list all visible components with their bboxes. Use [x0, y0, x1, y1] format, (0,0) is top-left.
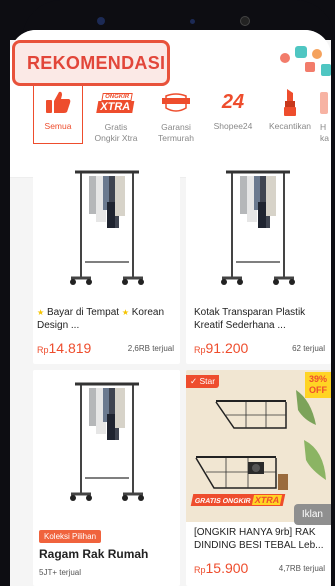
- ongkir-xtra-icon: ONGKIR XTRA: [96, 86, 135, 120]
- category-label: Garansi Termurah: [158, 122, 194, 143]
- decorative-shapes-icon: [280, 46, 331, 76]
- product-title-part: Bayar di Tempat: [46, 307, 120, 318]
- category-semua[interactable]: Semua: [33, 78, 83, 144]
- lipstick-icon: [281, 85, 299, 119]
- product-card[interactable]: Koleksi Pilihan Ragam Rak Rumah 5JT+ ter…: [33, 370, 180, 586]
- product-card[interactable]: Kotak Transparan Plastik Kreatif Sederha…: [186, 152, 331, 364]
- product-image: [186, 152, 331, 302]
- category-icon: [320, 86, 328, 120]
- ongkir-icon-text: ONGKIR: [101, 93, 133, 101]
- category-label: Shopee24: [213, 121, 253, 131]
- product-price: Rp15.900: [194, 560, 248, 576]
- product-sold: 2,6RB terjual: [127, 344, 174, 353]
- proximity-sensor: [190, 19, 195, 24]
- discount-badge: 39% OFF: [305, 372, 331, 398]
- price-value: 15.900: [205, 560, 249, 576]
- xtra-icon-text: XTRA: [96, 101, 135, 113]
- category-kecantikan[interactable]: Kecantikan: [262, 78, 318, 144]
- category-shopee24[interactable]: 24 Shopee24: [205, 78, 261, 144]
- product-price: Rp91.200: [194, 340, 248, 356]
- clothes-rack-icon: [70, 382, 144, 501]
- category-garansi-termurah[interactable]: Garansi Termurah: [148, 78, 204, 144]
- collection-title: Ragam Rak Rumah: [39, 547, 149, 561]
- category-label: Gratis Ongkir Xtra: [94, 122, 138, 143]
- category-label: Kecantikan: [268, 121, 312, 131]
- rekomendasi-tab[interactable]: REKOMENDASI: [12, 40, 170, 86]
- star-icon: ★: [37, 308, 45, 317]
- category-gratis-ongkir-xtra[interactable]: ONGKIR XTRA Gratis Ongkir Xtra: [88, 78, 144, 144]
- garansi-termurah-icon: [161, 86, 191, 120]
- product-card[interactable]: ★ Bayar di Tempat ★ Korean Design ... Rp…: [33, 152, 180, 364]
- shopee24-icon-text: 24: [221, 90, 245, 113]
- gratis-ongkir-xtra-badge: GRATIS ONGKIR XTRA: [190, 494, 286, 506]
- front-camera: [240, 16, 250, 26]
- rekomendasi-label: REKOMENDASI: [27, 52, 166, 73]
- category-label: Semua: [44, 121, 72, 131]
- shopee24-icon: 24: [222, 85, 244, 119]
- discount-value: 39%: [308, 374, 327, 384]
- phone-bezel-left: [0, 0, 10, 586]
- iklan-ad-label: Iklan: [293, 504, 331, 525]
- xtra-text: XTRA: [251, 495, 283, 505]
- product-sold: 4,7RB terjual: [278, 564, 325, 573]
- thumbs-up-icon: [44, 85, 72, 119]
- product-image: [33, 152, 180, 302]
- category-label: H ka: [320, 122, 329, 143]
- product-price: Rp14.819: [37, 340, 91, 356]
- clothes-rack-icon: [70, 170, 144, 285]
- phone-frame: REKOMENDASI Semua ONGKIR XTRA Gratis Ong…: [0, 0, 335, 586]
- ongkir-text: GRATIS ONGKIR: [193, 498, 252, 505]
- discount-label: OFF: [309, 385, 327, 395]
- product-title: [ONGKIR HANYA 9rb] RAK DINDING BESI TEBA…: [194, 527, 324, 551]
- product-title: Kotak Transparan Plastik Kreatif Sederha…: [194, 307, 306, 331]
- category-partial[interactable]: H ka: [320, 78, 335, 144]
- product-image: [33, 370, 180, 526]
- star-icon: ★: [121, 308, 129, 317]
- price-value: 91.200: [205, 340, 249, 356]
- star-badge-label: Star: [199, 376, 216, 386]
- clothes-rack-icon: [221, 170, 295, 285]
- camera-sensor: [97, 17, 105, 25]
- product-card[interactable]: ✓ Star 39% OFF GRATIS ONGKIR XTRA Iklan […: [186, 370, 331, 586]
- collection-sold: 5JT+ terjual: [39, 568, 82, 577]
- price-currency: Rp: [194, 565, 206, 575]
- koleksi-pilihan-badge: Koleksi Pilihan: [39, 530, 102, 543]
- product-title: ★ Bayar di Tempat ★ Korean Design ...: [37, 306, 177, 332]
- star-badge: ✓ Star: [186, 375, 220, 388]
- price-currency: Rp: [37, 345, 49, 355]
- product-sold: 62 terjual: [292, 344, 325, 353]
- price-value: 14.819: [48, 340, 92, 356]
- price-currency: Rp: [194, 345, 206, 355]
